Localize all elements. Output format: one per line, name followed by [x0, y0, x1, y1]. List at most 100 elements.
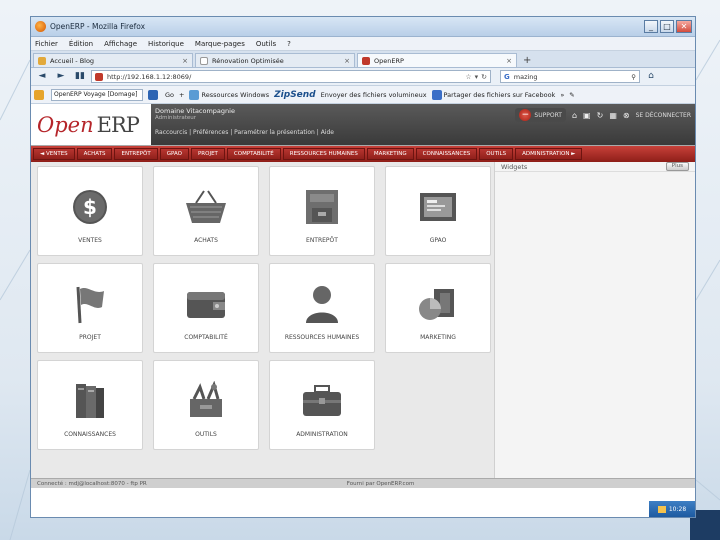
- bookmark-label: Partager des fichiers sur Facebook: [443, 90, 556, 99]
- module-comptabilite[interactable]: COMPTABILITÉ: [226, 148, 281, 160]
- search-icon[interactable]: ⚲: [631, 73, 636, 81]
- url-text: http://192.168.1.12:8069/: [107, 72, 192, 81]
- tab-renovation[interactable]: Rénovation Optimisée ×: [195, 53, 355, 67]
- support-button[interactable]: − SUPPORT: [515, 108, 566, 122]
- tab-close-icon[interactable]: ×: [182, 57, 188, 65]
- tile-label: ENTREPÔT: [306, 237, 338, 244]
- module-projet[interactable]: PROJET: [190, 148, 225, 160]
- home-icon[interactable]: ⌂: [643, 70, 659, 84]
- addon-icon[interactable]: [34, 89, 44, 100]
- wrench-icon[interactable]: ✎: [569, 91, 574, 99]
- language-flag-icon[interactable]: [657, 505, 666, 513]
- logo-open: Open: [37, 112, 94, 137]
- menu-affichage[interactable]: Affichage: [104, 40, 137, 48]
- module-connaissances[interactable]: CONNAISSANCES: [415, 148, 478, 160]
- tab-blog[interactable]: Accueil - Blog ×: [33, 53, 193, 67]
- tools-box-icon: [181, 376, 231, 426]
- module-entrepot[interactable]: ENTREPÔT: [114, 148, 158, 160]
- back-icon[interactable]: ◄: [34, 70, 50, 84]
- menu-edition[interactable]: Édition: [69, 40, 93, 48]
- tile-projet[interactable]: PROJET: [37, 263, 143, 353]
- window-title: OpenERP - Mozilla Firefox: [50, 22, 146, 31]
- chart-cube-icon: [413, 279, 463, 329]
- home-icon[interactable]: ⌂: [572, 111, 577, 120]
- gpao-monitor-icon: [413, 182, 463, 232]
- maximize-button[interactable]: □: [660, 20, 674, 33]
- page-favicon-icon: [200, 56, 208, 65]
- tile-ventes[interactable]: $ VENTES: [37, 166, 143, 256]
- search-input[interactable]: mazing: [514, 73, 538, 81]
- bookmark-windows[interactable]: Ressources Windows: [189, 89, 269, 100]
- tile-achats[interactable]: ACHATS: [153, 166, 259, 256]
- header-actions: − SUPPORT ⌂ ▣ ↻ ▦ ⊗ SE DÉCONNECTER: [515, 108, 691, 122]
- navigation-bar: ◄ ► ▮▮ http://192.168.1.12:8069/ ☆ ▾ ↻ G…: [31, 68, 695, 86]
- tab-openerp[interactable]: OpenERP ×: [357, 53, 517, 67]
- widgets-header: Widgets Plus: [495, 162, 695, 172]
- url-bar[interactable]: http://192.168.1.12:8069/ ☆ ▾ ↻: [91, 70, 491, 83]
- svg-text:$: $: [83, 195, 97, 219]
- bookmark-select[interactable]: OpenERP Voyage [Domage]: [51, 88, 143, 101]
- stop-icon: −: [519, 109, 532, 121]
- disconnect-button[interactable]: SE DÉCONNECTER: [636, 112, 691, 119]
- tab-label: Rénovation Optimisée: [212, 56, 284, 65]
- tile-gpao[interactable]: GPAO: [385, 166, 491, 256]
- new-tab-button[interactable]: +: [523, 55, 531, 66]
- module-achats[interactable]: ACHATS: [76, 148, 113, 160]
- firefox-logo-icon: [35, 21, 46, 32]
- tile-marketing[interactable]: MARKETING: [385, 263, 491, 353]
- module-marketing[interactable]: MARKETING: [366, 148, 414, 160]
- settings-icon[interactable]: ⊗: [623, 111, 630, 120]
- refresh-icon[interactable]: ↻: [597, 111, 604, 120]
- tile-ressources-humaines[interactable]: RESSOURCES HUMAINES: [269, 263, 375, 353]
- tile-outils[interactable]: OUTILS: [153, 360, 259, 450]
- menu-historique[interactable]: Historique: [148, 40, 184, 48]
- forward-icon[interactable]: ►: [53, 70, 69, 84]
- tile-comptabilite[interactable]: COMPTABILITÉ: [153, 263, 259, 353]
- footer-powered-by[interactable]: Fourni par OpenERP.com: [347, 481, 415, 487]
- module-administration[interactable]: ADMINISTRATION ►: [515, 148, 583, 160]
- more-bookmarks-button[interactable]: »: [560, 91, 564, 99]
- module-bar: ◄ VENTES ACHATS ENTREPÔT GPAO PROJET COM…: [31, 146, 695, 162]
- lock-icon[interactable]: ▣: [583, 111, 591, 120]
- header-links[interactable]: Raccourcis | Préférences | Paramétrer la…: [155, 129, 334, 136]
- search-bar[interactable]: G mazing ⚲: [500, 70, 640, 83]
- go-button[interactable]: Go: [165, 91, 174, 99]
- tile-connaissances[interactable]: CONNAISSANCES: [37, 360, 143, 450]
- module-gpao[interactable]: GPAO: [159, 148, 189, 160]
- tile-label: COMPTABILITÉ: [184, 334, 228, 341]
- go-icon[interactable]: [148, 89, 158, 100]
- bookmark-partager[interactable]: Partager des fichiers sur Facebook: [431, 89, 556, 100]
- menu-outils[interactable]: Outils: [256, 40, 276, 48]
- menu-fichier[interactable]: Fichier: [35, 40, 58, 48]
- bookmark-envoyer[interactable]: Envoyer des fichiers volumineux: [321, 91, 427, 99]
- google-icon[interactable]: G: [504, 73, 510, 81]
- history-icon[interactable]: ▮▮: [72, 70, 88, 84]
- minimize-button[interactable]: _: [644, 20, 658, 33]
- z-icon: [431, 89, 442, 100]
- calendar-icon[interactable]: ▦: [609, 111, 617, 120]
- module-ventes[interactable]: ◄ VENTES: [33, 148, 75, 160]
- main-content: $ VENTES ACHATS ENTREPÔT GPAO PROJET COM…: [31, 162, 695, 478]
- close-button[interactable]: ✕: [676, 20, 692, 33]
- tile-administration[interactable]: ADMINISTRATION: [269, 360, 375, 450]
- module-outils[interactable]: OUTILS: [479, 148, 514, 160]
- add-widget-button[interactable]: Plus: [665, 162, 689, 171]
- dropdown-icon[interactable]: ▾: [475, 73, 479, 81]
- widgets-title: Widgets: [501, 162, 528, 171]
- tab-close-icon[interactable]: ×: [506, 57, 512, 65]
- menu-marque-pages[interactable]: Marque-pages: [195, 40, 245, 48]
- openerp-logo[interactable]: Open ERP: [31, 104, 151, 145]
- zipsend-logo[interactable]: ZipSend: [274, 90, 316, 100]
- tab-close-icon[interactable]: ×: [344, 57, 350, 65]
- openerp-favicon-icon: [362, 56, 370, 65]
- tile-entrepot[interactable]: ENTREPÔT: [269, 166, 375, 256]
- menu-aide[interactable]: ?: [287, 40, 291, 48]
- reload-icon[interactable]: ↻: [481, 73, 487, 81]
- menu-bar: Fichier Édition Affichage Historique Mar…: [31, 37, 695, 51]
- tile-label: ACHATS: [194, 237, 218, 244]
- url-favicon-icon: [95, 72, 103, 81]
- star-icon[interactable]: ☆: [465, 73, 471, 81]
- status-bar: 10:28: [31, 501, 695, 517]
- plus-icon[interactable]: +: [179, 91, 184, 99]
- module-rh[interactable]: RESSOURCES HUMAINES: [282, 148, 365, 160]
